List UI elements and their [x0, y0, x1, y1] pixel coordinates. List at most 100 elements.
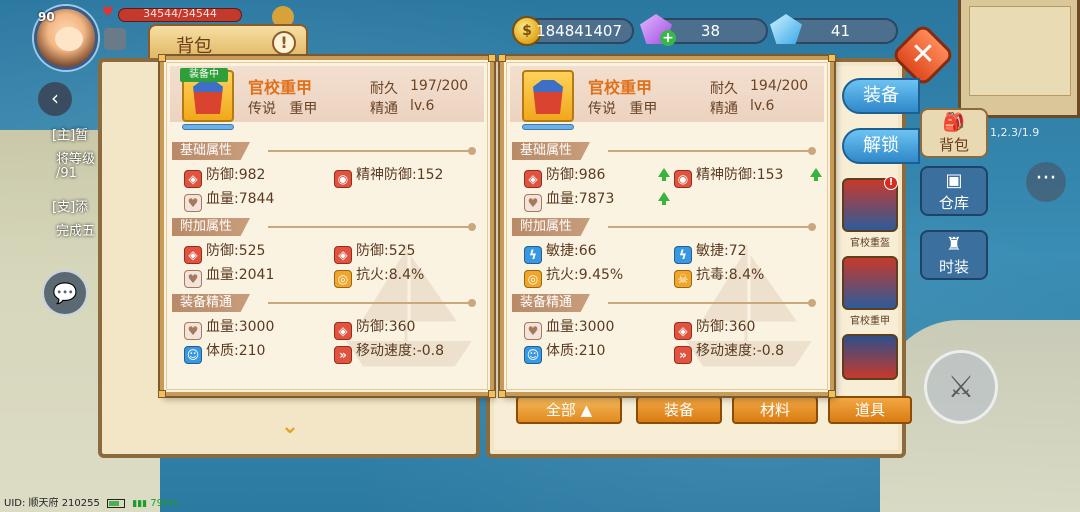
- side-tab-bag-label: 背包: [938, 136, 969, 154]
- stat-spirit-defense: ◉ 精神防御:152: [334, 164, 443, 188]
- stat-value: 抗火:8.4%: [356, 267, 425, 283]
- section-divider: [608, 223, 816, 231]
- stat-value: 防御:360: [696, 319, 756, 335]
- bag-item[interactable]: [842, 334, 898, 404]
- item-type: 重甲: [629, 101, 658, 117]
- stat-value: 抗毒:8.4%: [696, 267, 765, 283]
- section-extra-title: 附加属性: [172, 218, 251, 236]
- item-quality-type: 传说 重甲: [588, 98, 657, 118]
- section-mastery-title: 装备精通: [172, 294, 251, 312]
- stat-value: 精神防御:152: [356, 167, 444, 183]
- gold-value: 184841407: [536, 22, 622, 40]
- bag-item-label: 官校重甲: [850, 316, 890, 327]
- backpack-icon: 🎒: [942, 112, 966, 133]
- purple-gem-currency: + 38: [640, 14, 768, 46]
- bag-title: 背包: [176, 36, 212, 57]
- avatar-face: [55, 27, 83, 51]
- tab-props[interactable]: 道具: [828, 396, 912, 424]
- side-tab-fashion[interactable]: ♜ 时装: [920, 230, 988, 280]
- heart-icon: ♥: [184, 270, 202, 288]
- uid-text: UID: 顺天府 210255: [4, 498, 100, 509]
- item-header: 装备中 官校重甲 传说 重甲 耐久 197/200 精通 lv.6: [170, 66, 484, 130]
- stat-value: 防御:986: [546, 167, 606, 183]
- equip-button[interactable]: 装备: [842, 78, 920, 114]
- main-quest-title[interactable]: [主]暂: [52, 124, 88, 143]
- card-corner: [488, 54, 496, 62]
- info-icon[interactable]: !: [272, 31, 296, 55]
- bag-item[interactable]: ! 官校重盔: [842, 176, 898, 249]
- stat-value: 血量:7844: [206, 191, 275, 207]
- item-header: 官校重甲 传说 重甲 耐久 194/200 精通 lv.6: [510, 66, 824, 130]
- main-quest-detail: 将等级: [56, 152, 96, 167]
- item-level-bar: [182, 124, 234, 130]
- scroll-down-icon[interactable]: ⌄: [276, 416, 304, 440]
- stat-mastery: » 移动速度:-0.8: [334, 340, 444, 364]
- section-base-title: 基础属性: [172, 142, 251, 160]
- tab-equipment[interactable]: 装备: [636, 396, 722, 424]
- unlock-button[interactable]: 解锁: [842, 128, 920, 164]
- durability-value: 194/200: [750, 78, 809, 94]
- card-corner: [498, 54, 506, 62]
- item-level-bar: [522, 124, 574, 130]
- section-divider: [268, 223, 476, 231]
- shield-icon: ◈: [524, 170, 542, 188]
- stat-defense: ◈ 防御:986: [524, 164, 605, 188]
- stat-extra: ◈ 防御:525: [334, 240, 415, 264]
- tab-all[interactable]: 全部 ▲: [516, 396, 622, 424]
- collapse-quest-button[interactable]: ‹: [38, 82, 72, 116]
- more-options-button[interactable]: ···: [1026, 162, 1066, 202]
- side-tab-bag[interactable]: 🎒 背包: [920, 108, 988, 158]
- warehouse-icon: ▣: [945, 170, 963, 191]
- card-corner: [498, 390, 506, 398]
- stat-up-arrow-icon: [658, 168, 670, 181]
- stat-value: 防御:525: [356, 243, 416, 259]
- player-level: 90: [38, 10, 55, 24]
- spirit-shield-icon: ◉: [674, 170, 692, 188]
- side-tab-fashion-label: 时装: [938, 258, 969, 276]
- stat-extra: ϟ 敏捷:66: [524, 240, 597, 264]
- minimap[interactable]: [958, 0, 1080, 118]
- card-corner: [828, 54, 836, 62]
- stat-value: 抗火:9.45%: [546, 267, 624, 283]
- stat-hp: ♥ 血量:7844: [184, 188, 274, 212]
- fire-resist-icon: ◎: [334, 270, 352, 288]
- mastery-value: lv.6: [750, 98, 775, 114]
- side-quest-title[interactable]: [支]添: [52, 196, 88, 215]
- stat-extra: ◈ 防御:525: [184, 240, 265, 264]
- chat-button[interactable]: 💬: [42, 270, 88, 316]
- stat-value: 防御:982: [206, 167, 266, 183]
- section-base-title: 基础属性: [512, 142, 591, 160]
- fire-resist-icon: ◎: [524, 270, 542, 288]
- add-gem-icon[interactable]: +: [660, 30, 676, 46]
- stat-hp: ♥ 血量:7873: [524, 188, 614, 212]
- blue-gem-value: 41: [830, 22, 850, 40]
- stat-up-arrow-icon: [658, 192, 670, 205]
- agility-icon: ϟ: [674, 246, 692, 264]
- main-quest-progress: /91: [56, 166, 77, 181]
- stat-value: 防御:360: [356, 319, 416, 335]
- hammer-icon[interactable]: [104, 28, 126, 50]
- heart-icon: ♥: [184, 194, 202, 212]
- battery-icon: [107, 498, 126, 508]
- stat-up-arrow-icon: [810, 168, 822, 181]
- heart-icon: ♥: [102, 5, 114, 20]
- mastery-label: 精通: [710, 101, 738, 117]
- agility-icon: ϟ: [524, 246, 542, 264]
- gold-currency: $ 184841407: [512, 16, 634, 46]
- constitution-icon: ☺: [184, 346, 202, 364]
- stat-extra: ◎ 抗火:8.4%: [334, 264, 424, 288]
- bag-item[interactable]: 官校重甲: [842, 256, 898, 327]
- side-tab-warehouse[interactable]: ▣ 仓库: [920, 166, 988, 216]
- tab-materials[interactable]: 材料: [732, 396, 818, 424]
- stat-value: 体质:210: [546, 343, 606, 359]
- item-quality: 传说: [248, 101, 276, 117]
- item-name: 官校重甲: [588, 78, 653, 97]
- stat-mastery: ◈ 防御:360: [674, 316, 755, 340]
- close-icon[interactable]: ✕: [900, 32, 946, 78]
- mastery-label: 精通: [370, 101, 398, 117]
- stat-value: 移动速度:-0.8: [696, 343, 785, 359]
- card-corner: [828, 390, 836, 398]
- side-tab-warehouse-label: 仓库: [938, 194, 969, 212]
- section-base: 基础属性: [172, 142, 478, 160]
- attack-button[interactable]: ⚔: [924, 350, 998, 424]
